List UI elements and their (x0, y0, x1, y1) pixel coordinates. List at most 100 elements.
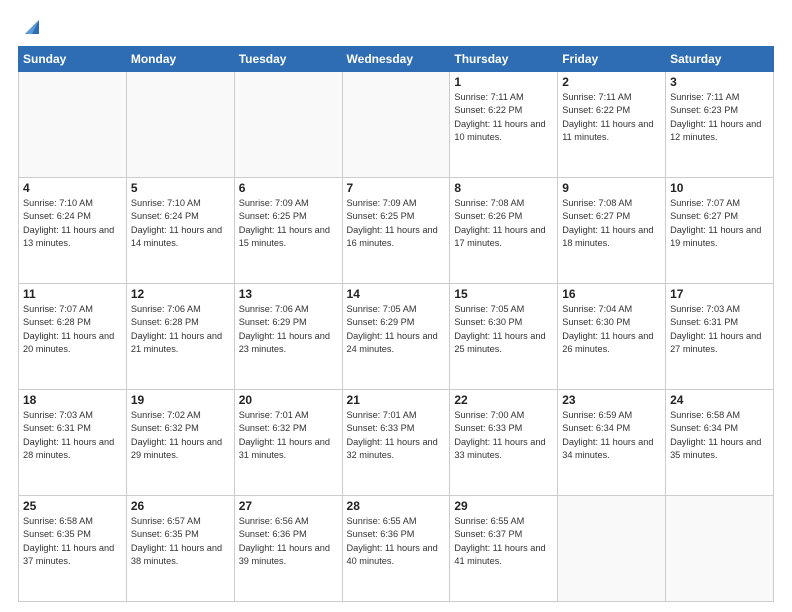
sun-info: Sunrise: 7:03 AMSunset: 6:31 PMDaylight:… (670, 303, 769, 356)
day-number: 22 (454, 393, 553, 407)
sun-info: Sunrise: 7:08 AMSunset: 6:26 PMDaylight:… (454, 197, 553, 250)
day-cell (666, 496, 774, 602)
sun-info: Sunrise: 7:07 AMSunset: 6:27 PMDaylight:… (670, 197, 769, 250)
sun-info: Sunrise: 7:05 AMSunset: 6:29 PMDaylight:… (347, 303, 446, 356)
day-number: 9 (562, 181, 661, 195)
sun-info: Sunrise: 7:06 AMSunset: 6:29 PMDaylight:… (239, 303, 338, 356)
day-cell: 29 Sunrise: 6:55 AMSunset: 6:37 PMDayligh… (450, 496, 558, 602)
day-cell: 23 Sunrise: 6:59 AMSunset: 6:34 PMDayligh… (558, 390, 666, 496)
day-cell: 7 Sunrise: 7:09 AMSunset: 6:25 PMDaylight… (342, 178, 450, 284)
col-header-friday: Friday (558, 47, 666, 72)
day-cell: 24Sunrise: 6:58 AMSunset: 6:34 PMDayligh… (666, 390, 774, 496)
sun-info: Sunrise: 7:10 AMSunset: 6:24 PMDaylight:… (23, 197, 122, 250)
day-number: 3 (670, 75, 769, 89)
col-header-tuesday: Tuesday (234, 47, 342, 72)
day-number: 13 (239, 287, 338, 301)
day-cell (558, 496, 666, 602)
sun-info: Sunrise: 6:56 AMSunset: 6:36 PMDaylight:… (239, 515, 338, 568)
day-cell: 27 Sunrise: 6:56 AMSunset: 6:36 PMDayligh… (234, 496, 342, 602)
sun-info: Sunrise: 7:11 AMSunset: 6:22 PMDaylight:… (562, 91, 661, 144)
day-cell: 19Sunrise: 7:02 AMSunset: 6:32 PMDayligh… (126, 390, 234, 496)
day-cell: 20 Sunrise: 7:01 AMSunset: 6:32 PMDayligh… (234, 390, 342, 496)
sun-info: Sunrise: 7:02 AMSunset: 6:32 PMDaylight:… (131, 409, 230, 462)
day-number: 4 (23, 181, 122, 195)
day-number: 2 (562, 75, 661, 89)
day-number: 12 (131, 287, 230, 301)
day-number: 20 (239, 393, 338, 407)
col-header-saturday: Saturday (666, 47, 774, 72)
col-header-sunday: Sunday (19, 47, 127, 72)
day-number: 18 (23, 393, 122, 407)
day-number: 16 (562, 287, 661, 301)
sun-info: Sunrise: 7:01 AMSunset: 6:32 PMDaylight:… (239, 409, 338, 462)
sun-info: Sunrise: 7:01 AMSunset: 6:33 PMDaylight:… (347, 409, 446, 462)
sun-info: Sunrise: 7:11 AMSunset: 6:23 PMDaylight:… (670, 91, 769, 144)
day-cell: 26 Sunrise: 6:57 AMSunset: 6:35 PMDayligh… (126, 496, 234, 602)
day-cell: 25Sunrise: 6:58 AMSunset: 6:35 PMDayligh… (19, 496, 127, 602)
logo-icon (21, 16, 43, 38)
sun-info: Sunrise: 6:58 AMSunset: 6:34 PMDaylight:… (670, 409, 769, 462)
day-number: 7 (347, 181, 446, 195)
day-cell: 4 Sunrise: 7:10 AMSunset: 6:24 PMDaylight… (19, 178, 127, 284)
day-cell: 28Sunrise: 6:55 AMSunset: 6:36 PMDayligh… (342, 496, 450, 602)
sun-info: Sunrise: 6:59 AMSunset: 6:34 PMDaylight:… (562, 409, 661, 462)
logo (18, 18, 43, 38)
header (18, 18, 774, 38)
day-cell: 5 Sunrise: 7:10 AMSunset: 6:24 PMDaylight… (126, 178, 234, 284)
day-number: 21 (347, 393, 446, 407)
day-number: 8 (454, 181, 553, 195)
sun-info: Sunrise: 6:57 AMSunset: 6:35 PMDaylight:… (131, 515, 230, 568)
day-cell: 17Sunrise: 7:03 AMSunset: 6:31 PMDayligh… (666, 284, 774, 390)
week-row-1: 1 Sunrise: 7:11 AMSunset: 6:22 PMDaylight… (19, 72, 774, 178)
col-header-monday: Monday (126, 47, 234, 72)
sun-info: Sunrise: 7:06 AMSunset: 6:28 PMDaylight:… (131, 303, 230, 356)
day-cell: 22 Sunrise: 7:00 AMSunset: 6:33 PMDayligh… (450, 390, 558, 496)
day-cell: 6 Sunrise: 7:09 AMSunset: 6:25 PMDaylight… (234, 178, 342, 284)
day-cell: 15Sunrise: 7:05 AMSunset: 6:30 PMDayligh… (450, 284, 558, 390)
day-cell: 9 Sunrise: 7:08 AMSunset: 6:27 PMDaylight… (558, 178, 666, 284)
sun-info: Sunrise: 7:08 AMSunset: 6:27 PMDaylight:… (562, 197, 661, 250)
sun-info: Sunrise: 7:09 AMSunset: 6:25 PMDaylight:… (347, 197, 446, 250)
day-number: 29 (454, 499, 553, 513)
sun-info: Sunrise: 6:55 AMSunset: 6:37 PMDaylight:… (454, 515, 553, 568)
day-number: 10 (670, 181, 769, 195)
sun-info: Sunrise: 7:04 AMSunset: 6:30 PMDaylight:… (562, 303, 661, 356)
day-cell: 12 Sunrise: 7:06 AMSunset: 6:28 PMDayligh… (126, 284, 234, 390)
day-cell: 11 Sunrise: 7:07 AMSunset: 6:28 PMDayligh… (19, 284, 127, 390)
sun-info: Sunrise: 7:10 AMSunset: 6:24 PMDaylight:… (131, 197, 230, 250)
day-number: 26 (131, 499, 230, 513)
day-cell: 10 Sunrise: 7:07 AMSunset: 6:27 PMDayligh… (666, 178, 774, 284)
day-number: 23 (562, 393, 661, 407)
day-number: 6 (239, 181, 338, 195)
day-number: 5 (131, 181, 230, 195)
sun-info: Sunrise: 7:03 AMSunset: 6:31 PMDaylight:… (23, 409, 122, 462)
day-number: 1 (454, 75, 553, 89)
col-header-wednesday: Wednesday (342, 47, 450, 72)
week-row-2: 4 Sunrise: 7:10 AMSunset: 6:24 PMDaylight… (19, 178, 774, 284)
week-row-3: 11 Sunrise: 7:07 AMSunset: 6:28 PMDayligh… (19, 284, 774, 390)
col-header-thursday: Thursday (450, 47, 558, 72)
calendar-table: SundayMondayTuesdayWednesdayThursdayFrid… (18, 46, 774, 602)
week-row-4: 18 Sunrise: 7:03 AMSunset: 6:31 PMDayligh… (19, 390, 774, 496)
day-number: 25 (23, 499, 122, 513)
day-cell (126, 72, 234, 178)
day-number: 27 (239, 499, 338, 513)
sun-info: Sunrise: 7:09 AMSunset: 6:25 PMDaylight:… (239, 197, 338, 250)
day-cell: 14Sunrise: 7:05 AMSunset: 6:29 PMDayligh… (342, 284, 450, 390)
day-cell: 16 Sunrise: 7:04 AMSunset: 6:30 PMDayligh… (558, 284, 666, 390)
day-cell: 18 Sunrise: 7:03 AMSunset: 6:31 PMDayligh… (19, 390, 127, 496)
week-row-5: 25Sunrise: 6:58 AMSunset: 6:35 PMDayligh… (19, 496, 774, 602)
day-cell: 8 Sunrise: 7:08 AMSunset: 6:26 PMDaylight… (450, 178, 558, 284)
day-cell: 1 Sunrise: 7:11 AMSunset: 6:22 PMDaylight… (450, 72, 558, 178)
day-number: 15 (454, 287, 553, 301)
sun-info: Sunrise: 7:00 AMSunset: 6:33 PMDaylight:… (454, 409, 553, 462)
sun-info: Sunrise: 7:07 AMSunset: 6:28 PMDaylight:… (23, 303, 122, 356)
day-number: 28 (347, 499, 446, 513)
day-cell: 2 Sunrise: 7:11 AMSunset: 6:22 PMDaylight… (558, 72, 666, 178)
sun-info: Sunrise: 7:11 AMSunset: 6:22 PMDaylight:… (454, 91, 553, 144)
day-cell (342, 72, 450, 178)
day-number: 11 (23, 287, 122, 301)
day-cell: 21 Sunrise: 7:01 AMSunset: 6:33 PMDayligh… (342, 390, 450, 496)
day-cell (234, 72, 342, 178)
day-cell: 13 Sunrise: 7:06 AMSunset: 6:29 PMDayligh… (234, 284, 342, 390)
